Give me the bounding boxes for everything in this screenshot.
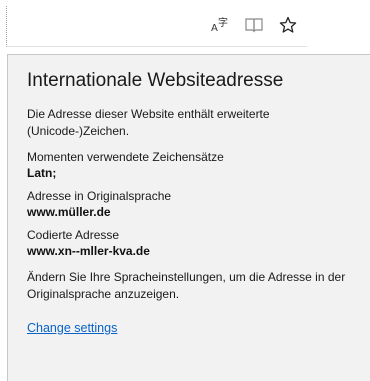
flyout-content: Internationale Websiteadresse Die Adress… [27,69,362,337]
svg-text:字: 字 [218,16,228,29]
change-settings-link[interactable]: Change settings [27,321,117,335]
language-settings-hint: Ändern Sie Ihre Spracheinstellungen, um … [27,270,346,301]
field-label: Codierte Adresse [27,228,120,242]
field-value: Latn; [27,166,57,180]
address-bar: A 字 [6,6,307,47]
address-bar-icons: A 字 [209,14,299,36]
reading-view-icon-svg [245,18,263,33]
reading-view-icon[interactable] [243,14,265,36]
screenshot-frame: A 字 Internationale Websiteadresse Die Ad… [0,0,370,381]
field-character-sets: Momenten verwendete Zeichensätze Latn; [27,149,362,181]
svg-text:A: A [211,23,218,34]
field-value: www.xn--mller-kva.de [27,244,150,258]
field-original-address: Adresse in Originalsprache www.müller.de [27,188,362,220]
favorite-star-icon[interactable] [277,14,299,36]
field-label: Adresse in Originalsprache [27,189,172,203]
flyout-description: Die Adresse dieser Website enthält erwei… [27,107,270,138]
translate-icon-svg: A 字 [211,16,228,34]
field-encoded-address: Codierte Adresse www.xn--mller-kva.de [27,227,362,259]
flyout-title: Internationale Websiteadresse [27,70,284,91]
favorite-star-icon-svg [279,16,297,33]
international-address-flyout: Internationale Websiteadresse Die Adress… [7,54,370,381]
field-value: www.müller.de [27,205,111,219]
translate-icon[interactable]: A 字 [209,14,231,36]
field-label: Momenten verwendete Zeichensätze [27,150,224,164]
